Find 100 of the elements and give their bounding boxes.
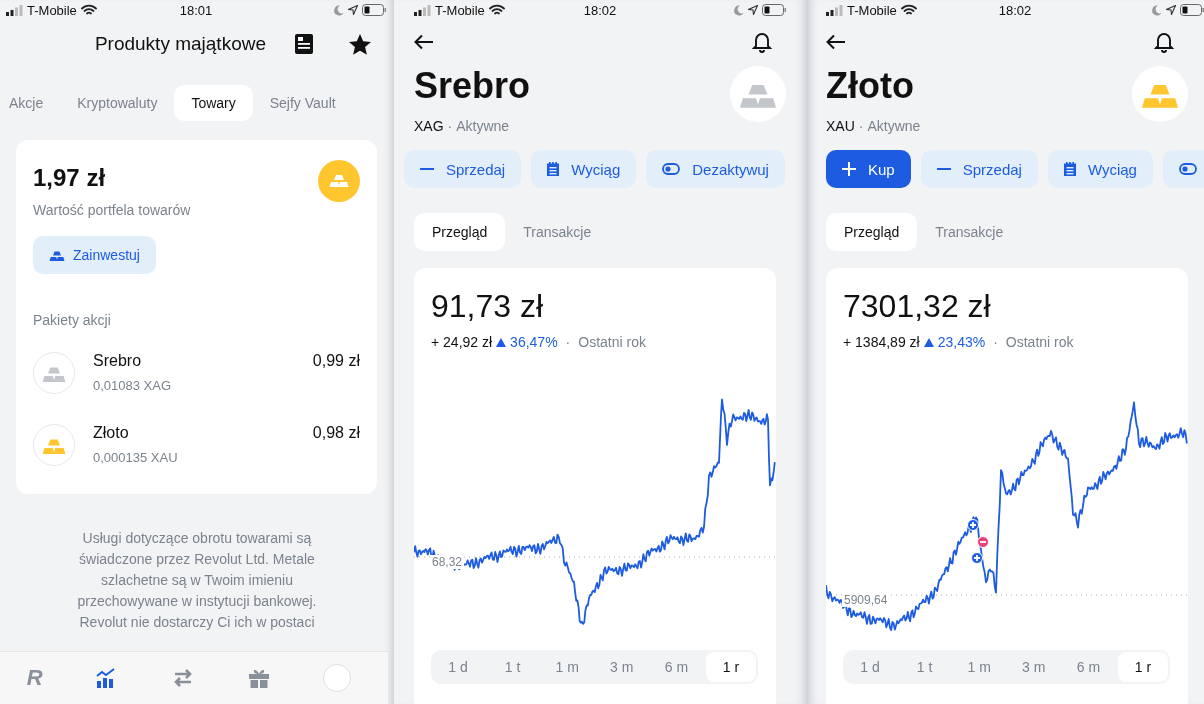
- asset-title: Srebro: [414, 64, 531, 108]
- signal-icon: [6, 4, 23, 16]
- holding-value: 0,99 zł: [312, 352, 360, 370]
- star-icon[interactable]: [348, 32, 372, 56]
- toggle-icon: [662, 163, 681, 175]
- invest-button[interactable]: Zainwestuj: [33, 236, 156, 274]
- moon-icon: [334, 4, 344, 16]
- separator-dot: ·: [565, 334, 571, 350]
- percent-change: 36,47%: [510, 334, 558, 350]
- ingot-stack-icon: [49, 249, 65, 261]
- location-icon: [748, 5, 758, 15]
- notepad-icon: [1063, 162, 1076, 176]
- range-tab[interactable]: 3 m: [596, 652, 647, 682]
- period-label: Ostatni rok: [578, 334, 646, 350]
- buy-button[interactable]: Kup: [826, 150, 911, 188]
- plus-marker-icon: [971, 552, 983, 564]
- range-tab[interactable]: 1 r: [705, 652, 756, 682]
- percent-change: 23,43%: [937, 334, 986, 350]
- status-time: 18:02: [998, 2, 1032, 18]
- range-tab[interactable]: 6 m: [651, 652, 702, 682]
- battery-icon: [1180, 4, 1204, 16]
- carrier-name: T-Mobile: [435, 2, 485, 18]
- ingot-stack-icon: [318, 160, 360, 202]
- range-tab[interactable]: 1 t: [899, 652, 950, 682]
- wifi-icon: [80, 4, 97, 16]
- minus-icon: [936, 168, 951, 170]
- asset-code: XAU: [826, 118, 855, 134]
- toggle-button[interactable]: Dezaktywuj: [646, 150, 785, 188]
- holding-quantity: 0,01083 XAG: [93, 378, 173, 393]
- carrier-name: T-Mobile: [847, 2, 897, 18]
- status-time: 18:01: [179, 2, 213, 18]
- up-triangle-icon: [923, 337, 934, 347]
- up-triangle-icon: [496, 337, 507, 347]
- holding-quantity: 0,000135 XAU: [93, 450, 179, 465]
- separator-dot: ·: [447, 118, 453, 134]
- baseline-value: 5909,64: [842, 593, 890, 607]
- location-icon: [348, 5, 358, 15]
- range-tab[interactable]: 6 m: [1063, 652, 1114, 682]
- asset-title: Złoto: [826, 64, 915, 108]
- minus-marker-icon: [977, 536, 989, 548]
- sell-button[interactable]: Sprzedaj: [404, 150, 522, 188]
- toggle-icon: [1178, 163, 1197, 175]
- back-arrow-icon[interactable]: [826, 34, 846, 50]
- sell-button[interactable]: Sprzedaj: [920, 150, 1038, 188]
- minus-icon: [420, 168, 434, 170]
- category-tab[interactable]: Towary: [174, 85, 253, 121]
- asset-price: 7301,32 zł: [842, 288, 992, 325]
- toggle-button[interactable]: [1162, 150, 1204, 188]
- signal-icon: [826, 4, 843, 16]
- portfolio-value: 1,97 zł: [33, 164, 107, 192]
- back-arrow-icon[interactable]: [414, 34, 434, 50]
- disclaimer-text: Usługi dotyczące obrotu towarami są świadczone przez Revolut Ltd. Metale szlachetne są w Twoim imieniu przechowywane w instytucji bankowej. Revolut nie dostarczy Ci ich w postaci: [76, 529, 318, 632]
- baseline-value: 68,32: [430, 555, 465, 569]
- location-icon: [1166, 5, 1176, 15]
- battery-icon: [362, 4, 386, 16]
- separator-dot: ·: [993, 334, 998, 350]
- range-tab[interactable]: 3 m: [1008, 652, 1059, 682]
- asset-code: XAG: [414, 118, 444, 134]
- category-tab[interactable]: Kryptowaluty: [60, 85, 175, 121]
- range-tab[interactable]: 1 d: [845, 652, 895, 682]
- plus-icon: [842, 162, 856, 176]
- section-title: Pakiety akcji: [33, 312, 112, 328]
- book-icon[interactable]: [294, 33, 314, 55]
- asset-status: Aktywne: [456, 118, 510, 134]
- wifi-icon: [900, 4, 917, 16]
- bell-icon[interactable]: [1154, 31, 1174, 53]
- holding-row[interactable]: Złoto 0,000135 XAU 0,98 zł: [33, 414, 360, 476]
- price-change: + 24,92 zł: [431, 334, 493, 350]
- range-tab[interactable]: 1 m: [542, 652, 593, 682]
- signal-icon: [414, 4, 431, 16]
- holding-name: Złoto: [93, 424, 130, 442]
- range-tab[interactable]: 1 d: [433, 652, 483, 682]
- moon-icon: [1152, 4, 1162, 16]
- view-tab[interactable]: Transakcje: [917, 213, 1022, 251]
- category-tab[interactable]: Akcje: [0, 85, 61, 121]
- category-tab[interactable]: Sejfy Vault: [252, 85, 353, 121]
- bell-icon[interactable]: [752, 31, 772, 53]
- statement-button[interactable]: Wyciąg: [1047, 150, 1153, 188]
- holding-row[interactable]: Srebro 0,01083 XAG 0,99 zł: [33, 342, 360, 404]
- period-label: Ostatni rok: [1005, 334, 1074, 350]
- carrier-name: T-Mobile: [27, 2, 77, 18]
- value-caption: Wartość portfela towarów: [33, 202, 191, 218]
- range-tab[interactable]: 1 t: [487, 652, 538, 682]
- asset-price: 91,73 zł: [430, 288, 545, 325]
- wifi-icon: [488, 4, 505, 16]
- view-tab[interactable]: Przegląd: [414, 213, 506, 251]
- gift-icon[interactable]: [247, 667, 270, 689]
- asset-status: Aktywne: [867, 118, 921, 134]
- holding-value: 0,98 zł: [312, 424, 360, 442]
- plus-marker-icon: [967, 519, 979, 531]
- battery-icon: [762, 4, 786, 16]
- status-time: 18:02: [583, 2, 617, 18]
- holding-name: Srebro: [93, 352, 143, 370]
- range-tab[interactable]: 1 r: [1117, 652, 1168, 682]
- app-logo[interactable]: R: [26, 665, 43, 691]
- range-tab[interactable]: 1 m: [954, 652, 1005, 682]
- view-tab[interactable]: Przegląd: [826, 213, 918, 251]
- view-tab[interactable]: Transakcje: [505, 213, 610, 251]
- statement-button[interactable]: Wyciąg: [531, 150, 637, 188]
- price-change: + 1384,89 zł: [843, 334, 920, 350]
